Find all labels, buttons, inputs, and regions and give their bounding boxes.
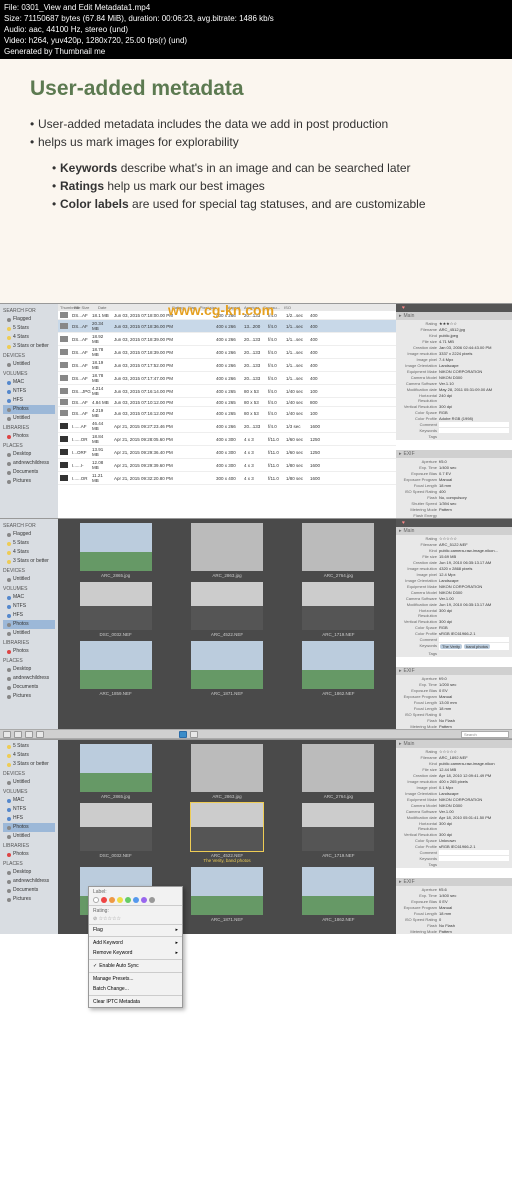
thumb-card[interactable]: ARC_1871.NEF	[173, 641, 280, 696]
sub-bullet-2: Ratings help us mark our best images	[52, 177, 482, 195]
slide-title: User-added metadata	[30, 77, 482, 101]
cm-remove-keyword[interactable]: Remove Keyword	[89, 948, 182, 958]
app-view-1: SEARCH FOR Flagged 5 Stars 4 Stars 3 Sta…	[0, 303, 512, 518]
file-row[interactable]: DS...AF18.78 MBJun 03, 2015 07:17:47.00 …	[58, 372, 396, 385]
file-row[interactable]: DS...AF18.92 MBJun 03, 2015 07:18:39.00 …	[58, 333, 396, 346]
thumb-card[interactable]: ARC_1862.NEF	[285, 641, 392, 696]
sb-flagged[interactable]: Flagged	[3, 315, 55, 324]
sidebar-1: SEARCH FOR Flagged 5 Stars 4 Stars 3 Sta…	[0, 304, 58, 518]
sb-libraries: LIBRARIES	[3, 425, 55, 432]
cm-rating-stars[interactable]: ⊘ ☆☆☆☆☆	[93, 916, 178, 922]
sb-hfs[interactable]: HFS	[3, 396, 55, 405]
sb-ntfs[interactable]: NTFS	[3, 387, 55, 396]
meta-exif-section[interactable]: ▸ EXIF	[396, 450, 512, 458]
keywords-input[interactable]: The Verityband photos	[439, 643, 509, 650]
header-audio: Audio: aac, 44100 Hz, stereo (und)	[4, 24, 508, 35]
sb-pictures[interactable]: Pictures	[3, 477, 55, 486]
thumb-card[interactable]: ARC_1859.NEF	[62, 641, 169, 696]
header-size: Size: 71150687 bytes (67.84 MiB), durati…	[4, 13, 508, 24]
thumb-card[interactable]: ARC_2865.jpg	[62, 523, 169, 578]
cm-label-header: Label:	[93, 889, 178, 895]
sb-mac[interactable]: MAC	[3, 378, 55, 387]
app-view-3: 5 Stars 4 Stars 3 Stars or better DEVICE…	[0, 739, 512, 934]
cm-batch[interactable]: Batch Change...	[89, 984, 182, 994]
file-list: ThumbnailFile SizeDateRatingFlagPixel si…	[58, 304, 396, 518]
toolbar-btn[interactable]	[25, 731, 33, 738]
search-field[interactable]: Search	[461, 731, 509, 738]
thumbnail-grid-2: ARC_2865.jpg ARC_2863.jpg ARC_2764.jpg D…	[58, 519, 396, 729]
file-row[interactable]: I...ORF13.91 MBApr 21, 2015 09:29:36.40 …	[58, 446, 396, 459]
thumb-card[interactable]: ARC_4522.NEF	[173, 582, 280, 637]
thumb-card[interactable]: ARC_2863.jpg	[173, 523, 280, 578]
sb-places: PLACES	[3, 443, 55, 450]
sb-untitled[interactable]: Untitled	[3, 360, 55, 369]
cm-clear[interactable]: Clear IPTC Metadata	[89, 997, 182, 1007]
cm-flag[interactable]: Flag	[89, 925, 182, 935]
app-view-2: SEARCH FOR Flagged 5 Stars 4 Stars 3 Sta…	[0, 518, 512, 729]
tags-area[interactable]	[396, 440, 512, 450]
sb-3stars[interactable]: 3 Stars or better	[3, 342, 55, 351]
heart-icon[interactable]: ♥	[402, 520, 405, 526]
video-info-header: File: 0301_View and Edit Metadata1.mp4 S…	[0, 0, 512, 59]
file-row[interactable]: I......I-12.08 MBApr 21, 2015 09:29:39.6…	[58, 459, 396, 472]
sb-untitled2[interactable]: Untitled	[3, 414, 55, 423]
sb-search-for: SEARCH FOR	[3, 308, 55, 315]
thumb-card[interactable]: ARC_1719.NEF	[285, 582, 392, 637]
file-row[interactable]: DS...AF4.84 MBJun 03, 2015 07:10:12.00 P…	[58, 398, 396, 407]
header-video: Video: h264, yuv420p, 1280x720, 25.00 fp…	[4, 35, 508, 46]
sidebar-3: 5 Stars 4 Stars 3 Stars or better DEVICE…	[0, 740, 58, 934]
file-row[interactable]: I......OR18.84 MBApr 21, 2015 09:28:05.6…	[58, 433, 396, 446]
file-row[interactable]: DS...AF18.1 MBJun 03, 2015 07:18:00.00 P…	[58, 311, 396, 320]
bullet-2: helps us mark images for explorability	[30, 133, 482, 151]
list-header: ThumbnailFile SizeDateRatingFlagPixel si…	[58, 304, 396, 311]
file-row[interactable]: DS...AF4.219 MBJun 03, 2015 07:16:12.00 …	[58, 407, 396, 420]
thumb-card[interactable]: ARC_2764.jpg	[285, 523, 392, 578]
sb-4stars[interactable]: 4 Stars	[3, 333, 55, 342]
cm-manage[interactable]: Manage Presets...	[89, 974, 182, 984]
sb-desktop[interactable]: Desktop	[3, 450, 55, 459]
metadata-panel-1: ♥ ▸ Main Rating★★★☆☆ FilenameARC_4512.jp…	[396, 304, 512, 518]
sb-devices: DEVICES	[3, 353, 55, 360]
file-row[interactable]: DS...JPG4.214 MBJun 03, 2015 07:16:14.00…	[58, 385, 396, 398]
cm-enable-auto[interactable]: Enable Auto Sync	[89, 961, 182, 971]
toolbar-btn[interactable]	[36, 731, 44, 738]
file-row[interactable]: DS...AF20.34 MBJun 03, 2015 07:18:36.00 …	[58, 320, 396, 333]
bullet-1: User-added metadata includes the data we…	[30, 115, 482, 133]
toolbar: Search	[0, 729, 512, 739]
context-menu: Label: Rating: ⊘ ☆☆☆☆☆ Flag Add Keyword …	[88, 886, 183, 1008]
file-row[interactable]: DS...AF18.19 MBJun 03, 2015 07:17:52.00 …	[58, 359, 396, 372]
presentation-slide: User-added metadata User-added metadata …	[0, 59, 512, 303]
cm-add-keyword[interactable]: Add Keyword	[89, 938, 182, 948]
toolbar-btn[interactable]	[190, 731, 198, 738]
sb-photos[interactable]: Photos	[3, 405, 55, 414]
toolbar-btn[interactable]	[3, 731, 11, 738]
sb-user[interactable]: andrewchildress	[3, 459, 55, 468]
sb-volumes: VOLUMES	[3, 371, 55, 378]
metadata-panel-2: ♥ ▸ Main Rating☆☆☆☆☆ FilenameARC_5122.NE…	[396, 519, 512, 729]
toolbar-btn-blue[interactable]	[179, 731, 187, 738]
toolbar-btn[interactable]	[14, 731, 22, 738]
sb-lib-photos[interactable]: Photos	[3, 432, 55, 441]
heart-icon[interactable]: ♥	[402, 305, 405, 311]
metadata-panel-3: ▸ Main Rating☆☆☆☆☆ FilenameARC_1892.NEF …	[396, 740, 512, 934]
file-row[interactable]: I......AF46.44 MBApr 21, 2015 09:27:23.4…	[58, 420, 396, 433]
sb-documents[interactable]: Documents	[3, 468, 55, 477]
cm-label-colors[interactable]	[93, 897, 178, 903]
file-row[interactable]: DS...AF18.78 MBJun 03, 2015 07:18:39.00 …	[58, 346, 396, 359]
header-file: File: 0301_View and Edit Metadata1.mp4	[4, 2, 508, 13]
header-gen: Generated by Thumbnail me	[4, 46, 508, 57]
sub-bullet-1: Keywords describe what's in an image and…	[52, 159, 482, 177]
thumb-card[interactable]: DSC_0032.NEF	[62, 582, 169, 637]
file-row[interactable]: I......OR11.21 MBApr 21, 2015 09:32:20.8…	[58, 472, 396, 485]
cm-rating-header: Rating:	[93, 908, 178, 914]
sb-5stars[interactable]: 5 Stars	[3, 324, 55, 333]
meta-main-section[interactable]: ▸ Main	[396, 312, 512, 320]
sub-bullet-3: Color labels are used for special tag st…	[52, 195, 482, 213]
meta-top: ♥	[396, 304, 512, 312]
sidebar-2: SEARCH FOR Flagged 5 Stars 4 Stars 3 Sta…	[0, 519, 58, 729]
